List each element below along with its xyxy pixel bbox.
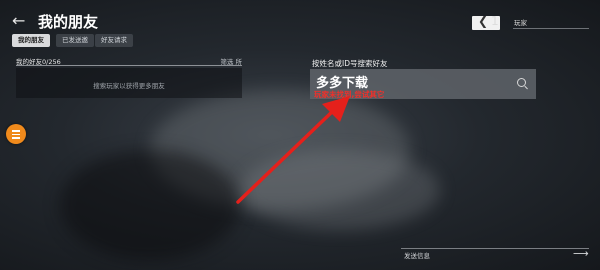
annotation-arrow [236, 96, 350, 204]
